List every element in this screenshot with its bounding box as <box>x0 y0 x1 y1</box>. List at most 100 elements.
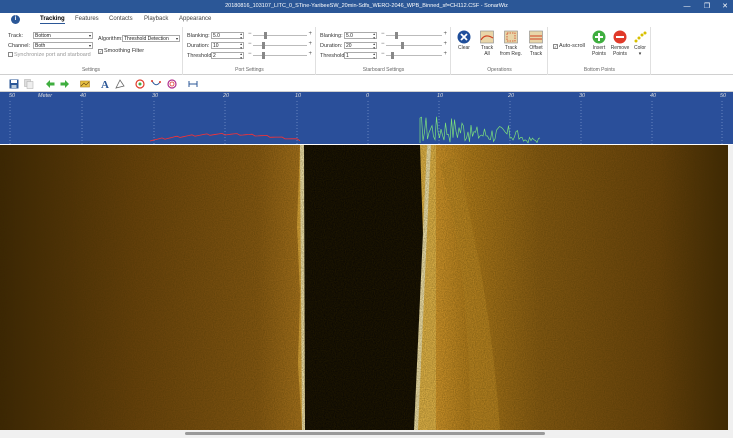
insert-label-2: Points <box>592 51 606 57</box>
track-all-button[interactable]: Track All <box>477 30 497 57</box>
minimize-button[interactable]: — <box>680 1 694 12</box>
track-select-value: Bottom <box>35 33 51 39</box>
autoscroll-label: Auto-scroll <box>559 43 585 49</box>
tab-appearance[interactable]: Appearance <box>179 16 211 22</box>
arrow-right-icon[interactable] <box>60 79 70 89</box>
tab-tracking[interactable]: Tracking <box>40 16 65 24</box>
port-blanking-spin[interactable]: 5.0 ▴ ▾ <box>211 32 244 40</box>
port-threshold-spin[interactable]: 2 ▴ ▾ <box>211 52 244 60</box>
algorithm-label: Algorithm: <box>98 36 123 42</box>
tab-features[interactable]: Features <box>75 16 99 22</box>
chevron-down-icon: ▾ <box>175 36 178 41</box>
track-from-reg-button[interactable]: Track from Reg. <box>499 30 523 57</box>
port-duration-spin[interactable]: 10 ▴ ▾ <box>211 42 244 50</box>
autoscroll-checkbox[interactable]: ✓ Auto-scroll <box>553 43 585 49</box>
track-label: Track: <box>8 33 24 39</box>
copy-icon[interactable] <box>24 79 34 89</box>
spin-arrows-icon: ▴ ▾ <box>240 52 242 60</box>
arrow-left-icon[interactable] <box>45 79 55 89</box>
save-icon[interactable] <box>9 79 19 89</box>
color-dots-icon <box>634 31 647 43</box>
check-icon: ✓ <box>98 49 103 54</box>
scale-tick: 0 <box>366 93 370 99</box>
stbd-threshold-value: 1 <box>346 53 349 59</box>
spin-arrows-icon: ▴ ▾ <box>373 42 375 50</box>
maximize-button[interactable]: ❐ <box>700 1 714 12</box>
measure-icon[interactable] <box>188 79 198 89</box>
sync-checkbox[interactable]: Synchronize port and starboard <box>8 52 91 58</box>
target-icon[interactable] <box>135 79 145 89</box>
chevron-down-icon: ▾ <box>88 33 91 38</box>
starboard-settings-group: Blanking: 5.0 ▴ ▾ − + Duration: 20 ▴ ▾ − + Thr… <box>317 27 451 75</box>
stbd-duration-slider[interactable]: − + <box>381 41 447 49</box>
stbd-threshold-spin[interactable]: 1 ▴ ▾ <box>344 52 377 60</box>
sonar-imagery <box>0 145 733 430</box>
track-select[interactable]: Bottom ▾ <box>33 32 93 39</box>
port-duration-slider[interactable]: − + <box>248 41 312 49</box>
stbd-threshold-slider[interactable]: − + <box>381 51 447 59</box>
window-title: 20180816_103107_LITC_0_STine-YaribeeSW_2… <box>225 3 508 9</box>
quick-toolbar: A <box>0 76 733 92</box>
minus-icon <box>613 30 627 44</box>
port-threshold-label: Threshold: <box>187 53 213 59</box>
vertical-scrollbar[interactable] <box>728 145 733 430</box>
scrollbar-thumb[interactable] <box>185 432 545 435</box>
algorithm-select[interactable]: Threshold Detection ▾ <box>122 35 180 42</box>
scale-tick: 50 <box>9 93 16 99</box>
svg-text:A: A <box>101 79 109 89</box>
scale-tick: 40 <box>80 93 87 99</box>
port-blanking-label: Blanking: <box>187 33 210 39</box>
starboard-amplitude-trace <box>419 116 541 144</box>
remove-points-button[interactable]: Remove Points <box>609 30 631 57</box>
ribbon: Track: Bottom ▾ Channel: Both ▾ Synchroniz… <box>0 27 733 75</box>
channel-select[interactable]: Both ▾ <box>33 42 93 49</box>
horizontal-scrollbar[interactable] <box>0 430 733 438</box>
stbd-duration-label: Duration: <box>320 43 343 49</box>
text-annotation-icon[interactable]: A <box>100 79 110 89</box>
amplitude-traces <box>9 101 723 144</box>
insert-points-button[interactable]: Insert Points <box>589 30 609 57</box>
port-settings-group: Blanking: 5.0 ▴ ▾ − + Duration: 10 ▴ ▾ − + Thr… <box>184 27 316 75</box>
amplitude-strip[interactable]: 50 Meter 40 30 20 10 0 10 20 30 40 50 <box>0 92 733 144</box>
bottom-points-caption: Bottom Points <box>583 67 616 73</box>
offset-track-icon <box>529 30 543 44</box>
scale-tick: 30 <box>579 93 586 99</box>
scale-tick: 20 <box>223 93 230 99</box>
clear-button[interactable]: Clear <box>455 30 473 51</box>
settings-group: Track: Bottom ▾ Channel: Both ▾ Synchroniz… <box>0 27 183 75</box>
scale-tick: 20 <box>508 93 515 99</box>
image-icon[interactable] <box>80 79 90 89</box>
clear-icon <box>457 30 471 44</box>
color-button[interactable]: Color ▾ <box>631 30 649 57</box>
stbd-threshold-label: Threshold: <box>320 53 346 59</box>
checkbox-box <box>8 52 13 57</box>
remove-label-2: Points <box>613 51 627 57</box>
track-region-icon <box>504 30 518 44</box>
smoothing-label: Smoothing Filter <box>104 48 145 54</box>
stbd-blanking-spin[interactable]: 5.0 ▴ ▾ <box>344 32 377 40</box>
chevron-down-icon: ▾ <box>88 43 91 48</box>
close-button[interactable]: ✕ <box>718 1 732 12</box>
tab-playback[interactable]: Playback <box>144 16 168 22</box>
stbd-duration-value: 20 <box>346 43 352 49</box>
port-settings-caption: Port Settings <box>235 67 264 73</box>
starboard-settings-caption: Starboard Settings <box>362 67 405 73</box>
port-duration-value: 10 <box>213 43 219 49</box>
title-bar: 20180816_103107_LITC_0_STine-YaribeeSW_2… <box>0 0 733 13</box>
port-threshold-value: 2 <box>213 53 216 59</box>
port-threshold-slider[interactable]: − + <box>248 51 312 59</box>
port-blanking-slider[interactable]: − + <box>248 31 312 39</box>
ruler-circle-icon[interactable] <box>167 79 177 89</box>
path-icon[interactable] <box>151 79 161 89</box>
offset-label-2: Track <box>529 51 543 57</box>
stbd-blanking-slider[interactable]: − + <box>381 31 447 39</box>
spin-arrows-icon: ▴ ▾ <box>373 32 375 40</box>
offset-track-button[interactable]: Offset Track <box>525 30 547 57</box>
sidescan-sonar-image[interactable] <box>0 145 733 430</box>
tab-contacts[interactable]: Contacts <box>109 16 133 22</box>
info-icon[interactable]: i <box>11 15 20 24</box>
flag-icon[interactable] <box>115 79 125 89</box>
stbd-duration-spin[interactable]: 20 ▴ ▾ <box>344 42 377 50</box>
algorithm-select-value: Threshold Detection <box>124 36 169 42</box>
smoothing-checkbox[interactable]: ✓ Smoothing Filter <box>98 48 144 54</box>
